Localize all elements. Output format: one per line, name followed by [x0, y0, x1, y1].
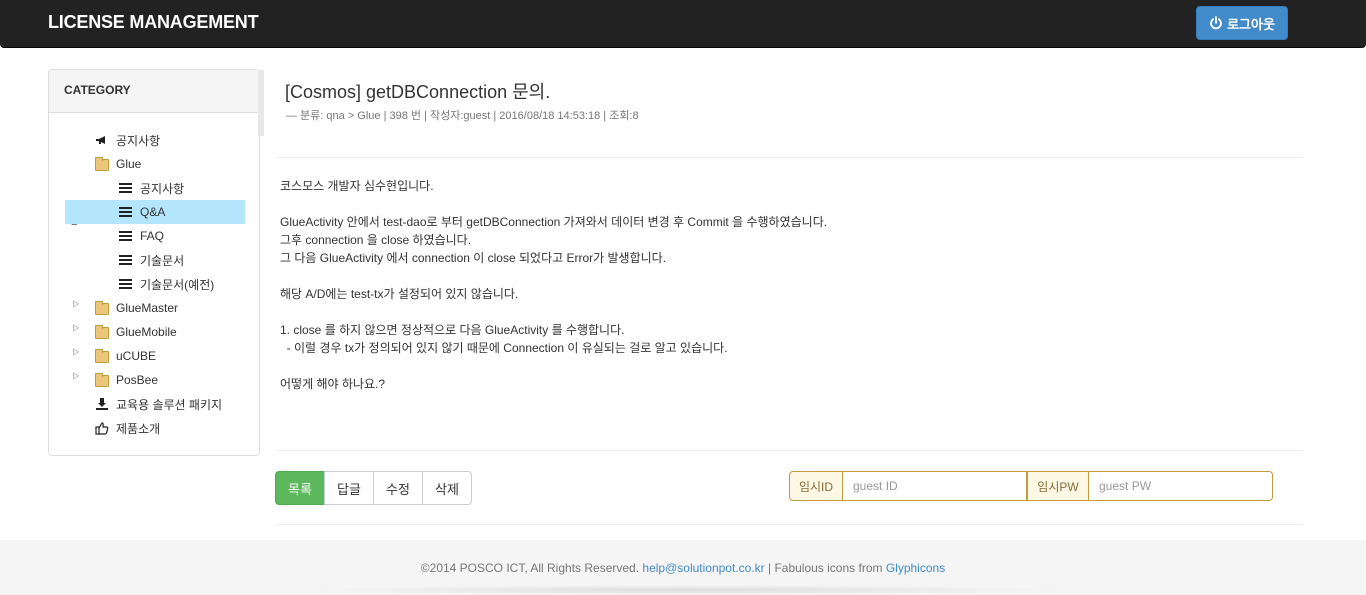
post-meta: — 분류: qna > Glue | 398 번 | 작성자:guest | 2… [286, 110, 639, 122]
collapsed-arrow-icon[interactable]: ▷ [73, 348, 81, 356]
tree-item-ucube[interactable]: uCUBE [95, 344, 156, 368]
body-line [280, 303, 1290, 321]
list-icon [119, 182, 133, 194]
collapsed-arrow-icon[interactable]: ▷ [73, 324, 81, 332]
tree-item-gluemaster[interactable]: GlueMaster [95, 296, 178, 320]
guest-id-label: 임시ID [789, 471, 843, 501]
list-icon [119, 278, 133, 290]
folder-icon [95, 157, 109, 171]
tree-item-label: 기술문서(예전) [140, 277, 215, 292]
download-icon [96, 398, 108, 410]
category-heading: CATEGORY [49, 70, 259, 113]
reply-button[interactable]: 답글 [324, 471, 374, 505]
tree-item-glue-notice[interactable]: 공지사항 [119, 176, 184, 200]
guest-pw-label: 임시PW [1027, 471, 1089, 501]
tree-item-qna[interactable]: Q&A [65, 200, 245, 224]
top-navbar: LICENSE MANAGEMENT 로그아웃 [0, 0, 1366, 48]
post-body: 코스모스 개발자 심수현입니다. GlueActivity 안에서 test-d… [280, 177, 1290, 393]
tree-item-label: 제품소개 [116, 421, 161, 436]
divider [275, 450, 1303, 451]
tree-item-edu-package[interactable]: 교육용 솔루션 패키지 [95, 392, 222, 416]
tree-item-label: FAQ [140, 229, 165, 243]
tree-item-label: GlueMaster [116, 301, 179, 315]
tree-item-label: GlueMobile [116, 325, 177, 339]
guest-id-group: 임시ID [789, 471, 1027, 501]
copyright-text: ©2014 POSCO ICT, All Rights Reserved. [420, 561, 640, 575]
post-actions: 목록 답글 수정 삭제 [275, 471, 472, 505]
footer-text: ©2014 POSCO ICT, All Rights Reserved. he… [0, 561, 1366, 575]
glyphicons-link[interactable]: Glyphicons [886, 561, 945, 575]
body-line: 1. close 를 하지 않으면 정상적으로 다음 GlueActivity … [280, 323, 625, 337]
thumbs-up-icon [95, 422, 109, 435]
brand-title[interactable]: LICENSE MANAGEMENT [48, 12, 259, 33]
list-button[interactable]: 목록 [275, 471, 325, 505]
tree-item-label: Glue [116, 157, 142, 171]
body-line: 코스모스 개발자 심수현입니다. [280, 179, 434, 193]
category-panel: CATEGORY 공지사항 ◢ Glue 공지사항 Q&A FAQ 기술문서 [48, 69, 260, 456]
divider [275, 157, 1303, 158]
power-icon [1210, 16, 1222, 30]
support-email-link[interactable]: help@solutionpot.co.kr [642, 561, 764, 575]
post-title: [Cosmos] getDBConnection 문의. [285, 82, 551, 102]
tree-item-label: uCUBE [116, 349, 157, 363]
tree-item-label: 교육용 솔루션 패키지 [116, 397, 223, 412]
body-line: - 이럴 경우 tx가 정의되어 있지 않기 때문에 Connection 이 … [280, 341, 728, 355]
body-line: GlueActivity 안에서 test-dao로 부터 getDBConne… [280, 215, 828, 229]
tree-item-label: 공지사항 [140, 181, 185, 196]
tree-item-old-tech-docs[interactable]: 기술문서(예전) [119, 272, 214, 296]
divider [275, 524, 1303, 525]
guest-pw-group: 임시PW [1027, 471, 1273, 501]
body-line [280, 267, 1290, 285]
list-icon [119, 230, 133, 242]
list-icon [119, 206, 133, 218]
tree-item-posbee[interactable]: PosBee [95, 368, 158, 392]
tree-item-products[interactable]: 제품소개 [95, 416, 160, 440]
folder-icon [95, 325, 109, 339]
tree-item-glue[interactable]: Glue [95, 152, 141, 176]
collapsed-arrow-icon[interactable]: ▷ [73, 300, 81, 308]
logout-button[interactable]: 로그아웃 [1196, 6, 1288, 40]
folder-icon [95, 349, 109, 363]
logout-label: 로그아웃 [1227, 16, 1275, 32]
folder-icon [95, 373, 109, 387]
megaphone-icon [96, 136, 105, 144]
folder-icon [95, 301, 109, 315]
guest-id-input[interactable] [843, 471, 1027, 501]
footer-shadow [300, 585, 1070, 595]
body-line: 해당 A/D에는 test-tx가 설정되어 있지 않습니다. [280, 287, 519, 301]
body-line: 그 다음 GlueActivity 에서 connection 이 close … [280, 251, 667, 265]
tree-item-tech-docs[interactable]: 기술문서 [119, 248, 184, 272]
tree-item-label: PosBee [116, 373, 159, 387]
delete-button[interactable]: 삭제 [422, 471, 472, 505]
tree-item-label: 공지사항 [116, 133, 161, 148]
body-line: 어떻게 해야 하나요.? [280, 377, 385, 391]
footer-separator-text: | Fabulous icons from [764, 561, 886, 575]
sidebar-scrollbar[interactable] [258, 70, 264, 136]
tree-item-gluemobile[interactable]: GlueMobile [95, 320, 177, 344]
tree-item-label: 기술문서 [140, 253, 185, 268]
tree-item-notice[interactable]: 공지사항 [95, 128, 160, 152]
body-line [280, 357, 1290, 375]
guest-pw-input[interactable] [1089, 471, 1273, 501]
edit-button[interactable]: 수정 [373, 471, 423, 505]
list-icon [119, 254, 133, 266]
tree-item-faq[interactable]: FAQ [119, 224, 164, 248]
tree-item-label: Q&A [140, 205, 166, 219]
body-line: 그후 connection 을 close 하였습니다. [280, 233, 472, 247]
body-line [280, 195, 1290, 213]
collapsed-arrow-icon[interactable]: ▷ [73, 372, 81, 380]
